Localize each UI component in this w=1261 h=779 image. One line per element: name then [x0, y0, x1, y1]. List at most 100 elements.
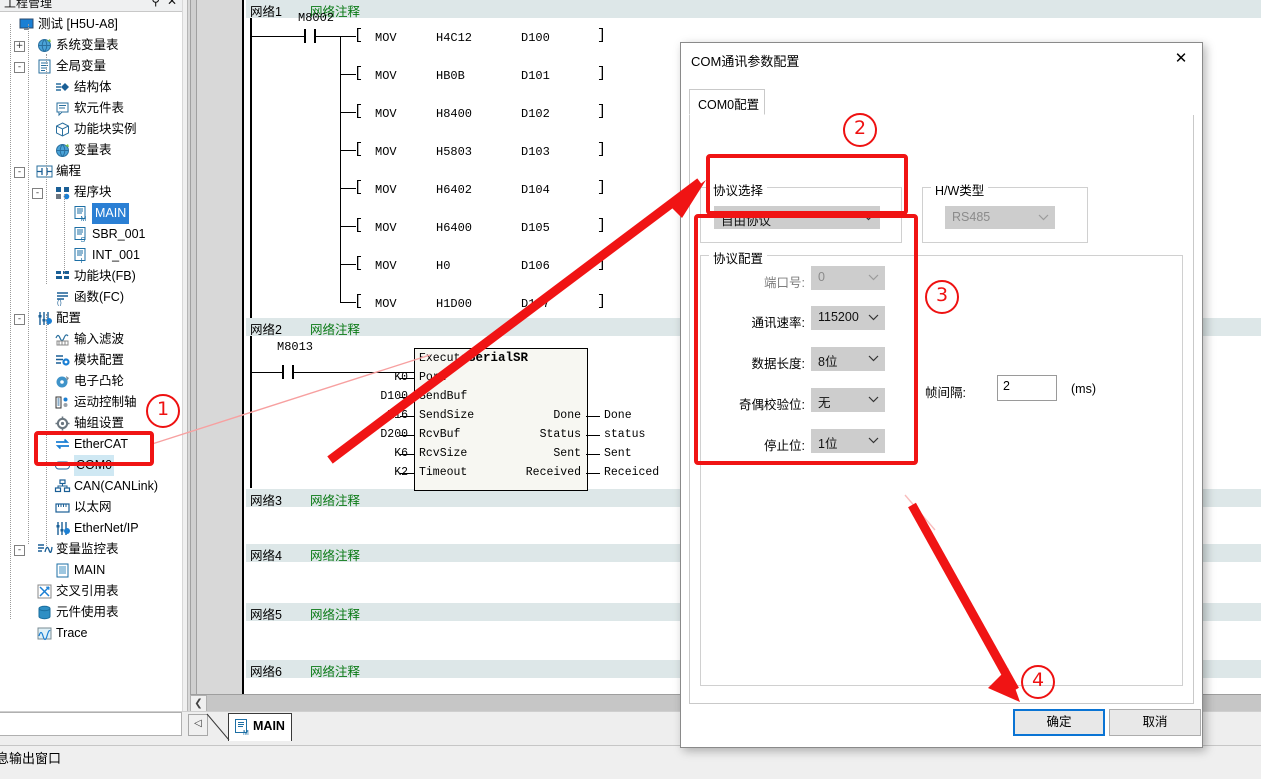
tab-main[interactable]: M MAIN	[228, 713, 292, 741]
panel-title-label: 工程管理	[4, 0, 52, 11]
branch-trunk	[340, 36, 341, 302]
monitor-table-icon	[36, 541, 53, 558]
tree-item-label: EtherNet/IP	[74, 518, 139, 539]
list-icon	[54, 562, 71, 579]
config-icon	[36, 310, 53, 327]
chevron-down-icon	[1038, 211, 1047, 220]
tree-item-label: 功能块实例	[74, 119, 137, 140]
tree-item-label: 输入滤波	[74, 329, 124, 350]
tree-toggle-icon[interactable]: -	[14, 167, 25, 178]
contact-label: M8002	[298, 11, 334, 25]
filter-icon	[54, 331, 71, 348]
frame-interval-input[interactable]: 2	[997, 375, 1057, 401]
fb-output-operand: Sent	[604, 447, 632, 460]
hw-type-caption: H/W类型	[931, 180, 988, 199]
database-icon	[36, 604, 53, 621]
tab-scroll-left-button[interactable]: ◁	[188, 714, 208, 736]
annotation-rect-protocol-select	[706, 154, 908, 215]
document-icon	[36, 58, 53, 75]
fb-output-pin: Status	[540, 428, 581, 441]
network-name: 网络2	[250, 319, 282, 338]
fb-output-operand: Receiced	[604, 466, 659, 479]
tree-item-label: 功能块(FB)	[74, 266, 136, 287]
tree-item-label: 测试 [H5U-A8]	[38, 14, 118, 35]
network-comment: 网络注释	[310, 604, 360, 623]
fb-output-pin: Sent	[553, 447, 581, 460]
svg-text:(): ()	[57, 300, 62, 306]
tree-item-label: 配置	[56, 308, 81, 329]
fb-input-pin: RcvSize	[419, 447, 467, 460]
monitor-icon	[18, 16, 35, 33]
svg-text:M: M	[243, 730, 249, 736]
tree-item-label: 系统变量表	[56, 35, 119, 56]
fb-input-pin: Timeout	[419, 466, 467, 479]
instruction-src: H6400	[436, 221, 472, 235]
device-table-icon	[54, 100, 71, 117]
panel-scrollbar-inner[interactable]	[190, 0, 197, 722]
instruction-src: HB0B	[436, 69, 465, 83]
tree-item-label: 全局变量	[56, 56, 106, 77]
network-header-1[interactable]: 网络1网络注释	[246, 0, 1261, 18]
tree-item-label: Trace	[56, 623, 88, 644]
tree-item-28[interactable]: 元件使用表	[0, 602, 182, 623]
instruction-bracket-close: ]	[597, 293, 606, 310]
frame-interval-unit: (ms)	[1071, 382, 1096, 396]
panel-title-bar: 工程管理 ⚲ ✕	[0, 0, 182, 12]
tree-item-29[interactable]: Trace	[0, 623, 182, 644]
annotation-marker-1: 1	[146, 394, 180, 428]
tree-item-label: CAN(CANLink)	[74, 476, 158, 497]
instruction-bracket-open: [	[354, 27, 363, 44]
scroll-left-arrow-icon[interactable]: ❮	[190, 695, 207, 712]
instruction-bracket-close: ]	[597, 217, 606, 234]
tree-item-27[interactable]: 交叉引用表	[0, 581, 182, 602]
instruction-dst: D106	[521, 259, 550, 273]
tree-toggle-icon[interactable]: -	[14, 545, 25, 556]
hw-type-group: H/W类型 RS485	[922, 187, 1088, 243]
ethernetip-icon	[54, 520, 71, 537]
instruction-bracket-close: ]	[597, 103, 606, 120]
tree-item-label: MAIN	[92, 203, 129, 224]
hw-type-combobox[interactable]: RS485	[945, 206, 1055, 229]
can-icon	[54, 478, 71, 495]
fb-output-pin: Done	[553, 409, 581, 422]
annotation-marker-2: 2	[843, 113, 877, 147]
tree-toggle-icon[interactable]: -	[14, 314, 25, 325]
instruction-bracket-open: [	[354, 103, 363, 120]
annotation-rect-com0	[34, 431, 154, 466]
pou-main-icon: M	[234, 718, 250, 739]
pin-icon[interactable]: ⚲	[151, 0, 160, 8]
frame-interval-value: 2	[1003, 379, 1010, 393]
instruction-op: MOV	[375, 145, 397, 159]
globe-icon	[54, 142, 71, 159]
fb-input-pin: SendSize	[419, 409, 474, 422]
instruction-src: H1D00	[436, 297, 472, 311]
instruction-bracket-close: ]	[597, 27, 606, 44]
hw-type-value: RS485	[952, 210, 990, 224]
instruction-op: MOV	[375, 259, 397, 273]
network-name: 网络3	[250, 490, 282, 509]
annotation-rect-protocol-config	[694, 214, 918, 465]
tree-item-label: 结构体	[74, 77, 112, 98]
panel-scrollbar-outer[interactable]	[183, 0, 188, 722]
instruction-bracket-open: [	[354, 65, 363, 82]
tree-toggle-icon[interactable]: +	[14, 41, 25, 52]
ok-button[interactable]: 确定	[1013, 709, 1105, 736]
dialog-close-icon[interactable]: ✕	[1166, 48, 1196, 70]
tree-item-26[interactable]: MAIN	[0, 560, 182, 581]
cancel-button[interactable]: 取消	[1109, 709, 1201, 736]
pou-int-icon: I	[72, 247, 89, 264]
instruction-dst: D102	[521, 107, 550, 121]
tree-item-label: MAIN	[74, 560, 105, 581]
frame-interval-label: 帧间隔:	[925, 382, 966, 401]
tree-item-label: 变量表	[74, 140, 112, 161]
instruction-bracket-open: [	[354, 255, 363, 272]
pou-main-icon: M	[72, 205, 89, 222]
instruction-src: H8400	[436, 107, 472, 121]
tree-toggle-icon[interactable]: -	[14, 62, 25, 73]
blocks-icon	[54, 184, 71, 201]
close-icon[interactable]: ✕	[167, 0, 177, 8]
module-icon	[54, 352, 71, 369]
tab-com0-config[interactable]: COM0配置	[689, 89, 765, 115]
tree-toggle-icon[interactable]: -	[32, 188, 43, 199]
fb-output-pin: Received	[526, 466, 581, 479]
